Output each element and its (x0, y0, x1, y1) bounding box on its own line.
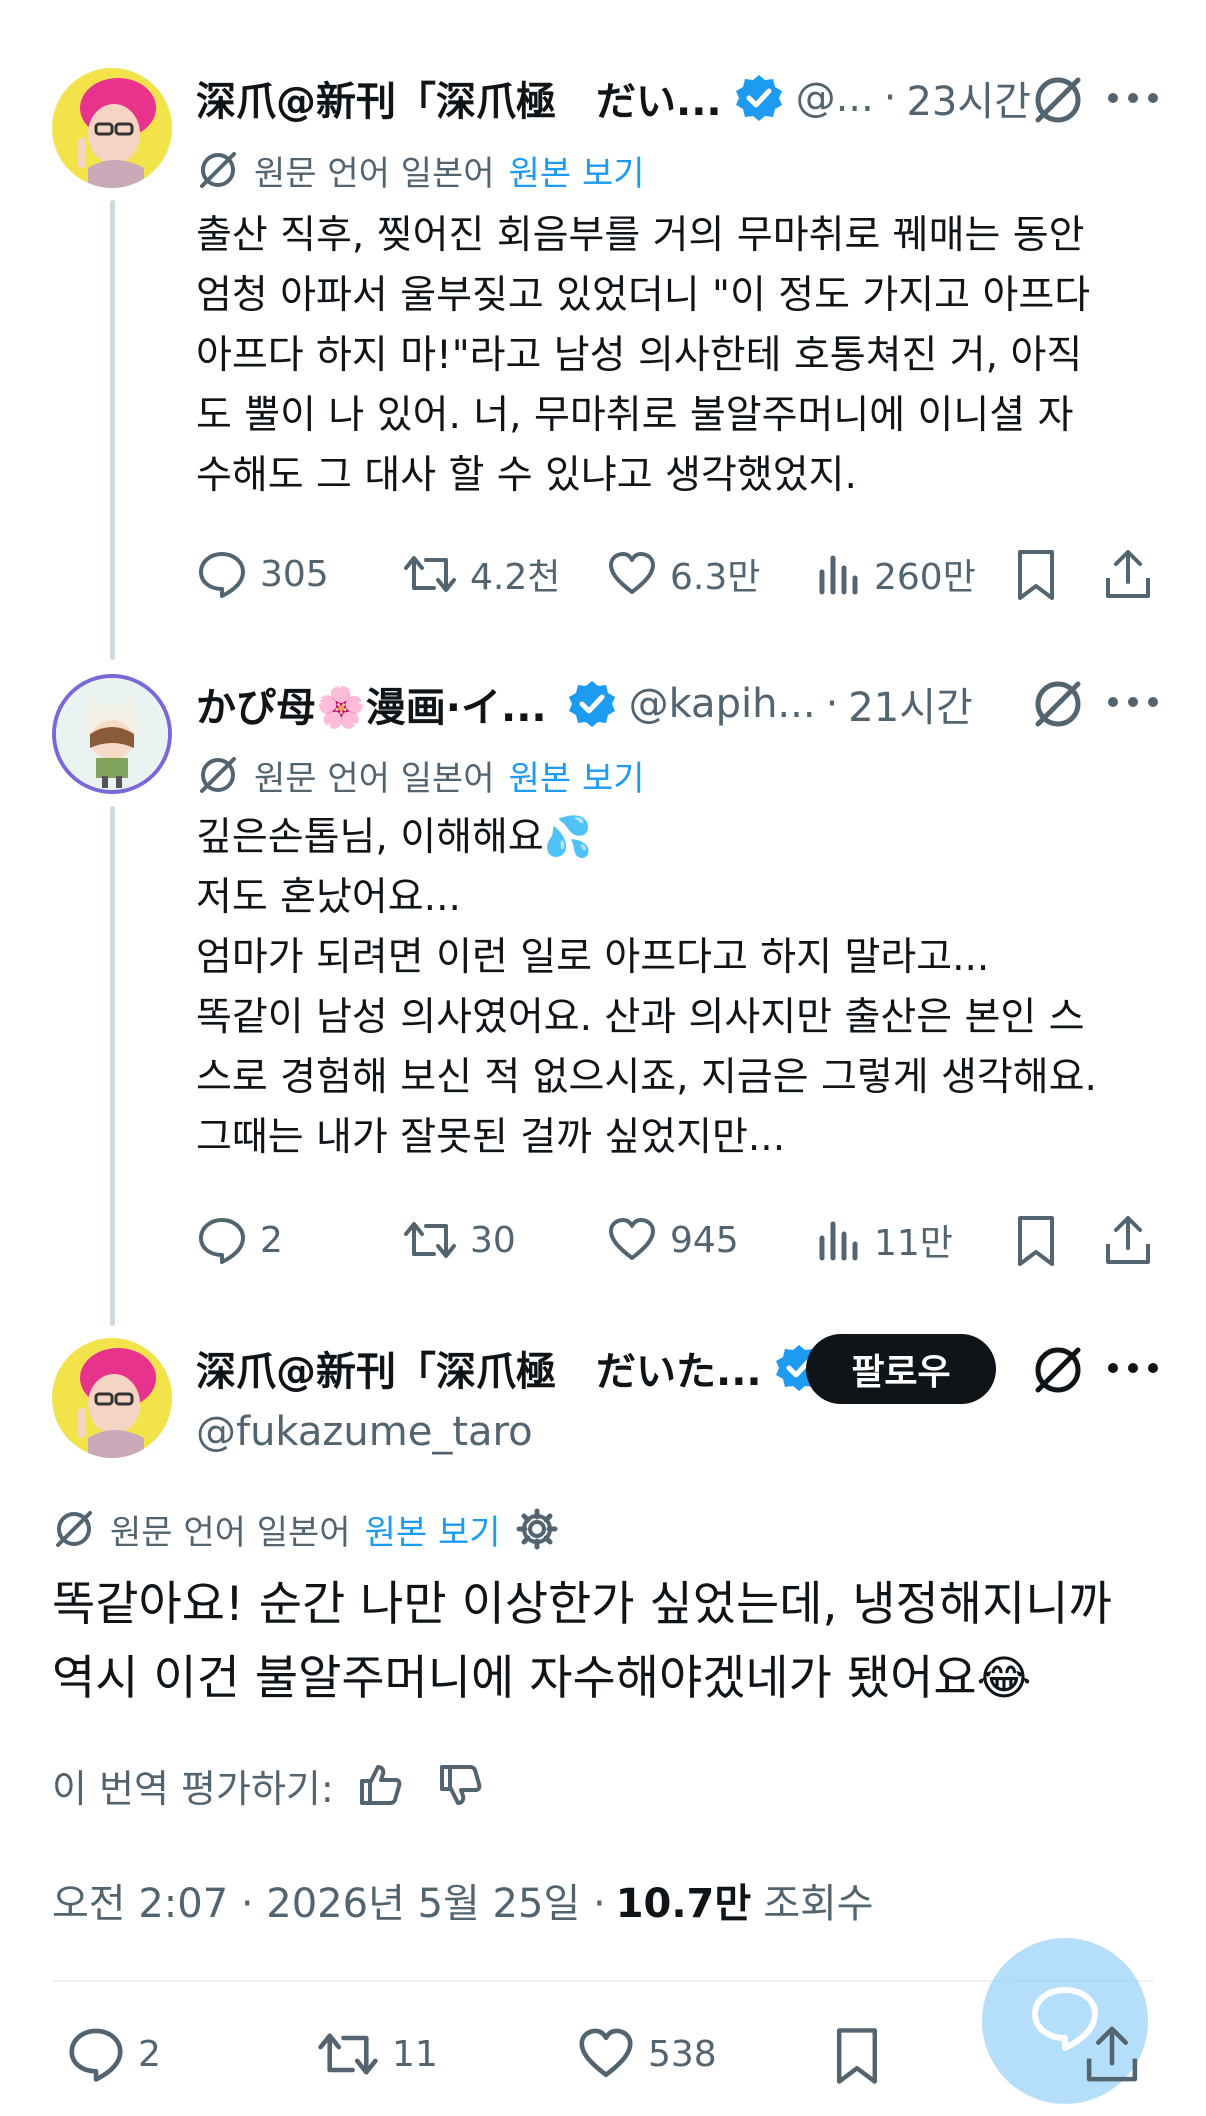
translation-label: 원문 언어 일본어 (254, 758, 495, 799)
bookmark-icon[interactable] (1014, 548, 1058, 602)
avatar[interactable] (52, 674, 172, 794)
retweet-icon (402, 1214, 458, 1266)
retweet-count: 11 (392, 2033, 438, 2075)
reply-button[interactable]: 2 (196, 1210, 283, 1270)
tweet-header: 深爪@新刊「深爪極 だいた... (196, 1338, 824, 1398)
reply-icon (66, 2024, 126, 2084)
view-original-link[interactable]: 원본 보기 (509, 146, 645, 195)
retweet-count: 30 (470, 1219, 516, 1261)
separator-dot: · (883, 75, 897, 121)
like-button[interactable]: 6.3만 (606, 544, 760, 604)
view-original-link[interactable]: 원본 보기 (365, 1505, 501, 1554)
share-icon[interactable] (1082, 2022, 1142, 2086)
thread-line (110, 200, 115, 660)
post-timestamp[interactable]: 오전 2:07 · 2026년 5월 25일 · (52, 1871, 606, 1929)
reply-button[interactable]: 305 (196, 544, 329, 604)
display-name[interactable]: かぴ母🌸漫画·イ... (196, 675, 547, 733)
translation-label: 원문 언어 일본어 (110, 1512, 351, 1553)
translation-row: 원문 언어 일본어 원본 보기 (196, 750, 645, 800)
like-button[interactable]: 538 (576, 2024, 717, 2084)
display-name[interactable]: 深爪@新刊「深爪極 だい... (196, 69, 722, 127)
translation-row: 원문 언어 일본어 원본 보기 (52, 1504, 559, 1554)
reply-icon (196, 548, 248, 600)
more-icon[interactable] (1108, 697, 1158, 711)
like-count: 945 (670, 1219, 739, 1261)
views-count: 11만 (874, 1223, 953, 1264)
views-icon (816, 548, 862, 600)
timestamp[interactable]: 21시간 (848, 675, 973, 733)
reply-count: 2 (138, 2033, 161, 2075)
translate-icon (52, 1507, 96, 1551)
grok-icon[interactable] (1030, 1342, 1086, 1398)
thread-line (110, 806, 115, 1326)
reply-button[interactable]: 2 (66, 2024, 161, 2084)
grok-icon[interactable] (1030, 676, 1086, 732)
separator-dot: · (825, 681, 839, 727)
translate-icon (196, 148, 240, 192)
like-count: 538 (648, 2033, 717, 2075)
share-icon[interactable] (1102, 1212, 1154, 1268)
retweet-count: 4.2천 (470, 557, 561, 598)
thumbs-down-icon[interactable] (436, 1761, 484, 1809)
share-icon[interactable] (1102, 546, 1154, 602)
tweet-meta: 오전 2:07 · 2026년 5월 25일 · 10.7만 조회수 (52, 1870, 874, 1930)
gear-icon[interactable] (515, 1507, 559, 1551)
main-tweet-text: 똑같아요! 순간 나만 이상한가 싶었는데, 냉정해지니까 역시 이건 불알주머… (52, 1577, 1112, 1706)
translation-row: 원문 언어 일본어 원본 보기 (196, 145, 645, 195)
rate-translation-row: 이 번역 평가하기: (52, 1755, 484, 1815)
like-icon (606, 1214, 658, 1266)
handle[interactable]: @... (796, 75, 874, 121)
bookmark-icon[interactable] (832, 2026, 882, 2086)
tweet-text: 출산 직후, 찢어진 회음부를 거의 무마취로 꿰매는 동안 엄청 아파서 울부… (196, 213, 1091, 498)
retweet-button[interactable]: 11 (316, 2024, 438, 2084)
tweet-text: 깊은손톱님, 이해해요💦 저도 혼났어요... 엄마가 되려면 이런 일로 아프… (196, 815, 1097, 1160)
handle[interactable]: @kapih... (629, 681, 816, 727)
more-icon[interactable] (1108, 93, 1158, 107)
like-icon (576, 2024, 636, 2084)
views-button[interactable]: 260만 (816, 544, 976, 604)
reply-count: 2 (260, 1219, 283, 1261)
tweet-header: 深爪@新刊「深爪極 だい... @... · 23시간 (196, 68, 1031, 128)
rate-label: 이 번역 평가하기: (52, 1766, 334, 1811)
follow-button[interactable]: 팔로우 (806, 1334, 996, 1404)
tweet-header: かぴ母🌸漫画·イ... @kapih... · 21시간 (196, 674, 973, 734)
views-count: 260만 (874, 557, 976, 598)
more-icon[interactable] (1108, 1363, 1158, 1377)
avatar[interactable] (52, 68, 172, 188)
views-label: 조회수 (763, 1881, 874, 1927)
reply-count: 305 (260, 553, 329, 595)
reply-icon (196, 1214, 248, 1266)
handle[interactable]: @fukazume_taro (196, 1404, 533, 1460)
timestamp[interactable]: 23시간 (906, 69, 1031, 127)
thumbs-up-icon[interactable] (356, 1761, 404, 1809)
retweet-icon (316, 2024, 380, 2084)
avatar[interactable] (52, 1338, 172, 1458)
views-icon (816, 1214, 862, 1266)
bookmark-icon[interactable] (1014, 1214, 1058, 1268)
retweet-button[interactable]: 4.2천 (402, 544, 560, 604)
verified-icon (567, 679, 617, 729)
like-count: 6.3만 (670, 557, 761, 598)
retweet-button[interactable]: 30 (402, 1210, 516, 1270)
like-icon (606, 548, 658, 600)
retweet-icon (402, 548, 458, 600)
like-button[interactable]: 945 (606, 1210, 739, 1270)
view-count: 10.7만 (615, 1881, 752, 1927)
view-original-link[interactable]: 원본 보기 (509, 751, 645, 800)
views-button[interactable]: 11만 (816, 1210, 953, 1270)
translate-icon (196, 753, 240, 797)
grok-icon[interactable] (1030, 72, 1086, 128)
display-name[interactable]: 深爪@新刊「深爪極 だいた... (196, 1339, 762, 1397)
translation-label: 원문 언어 일본어 (254, 153, 495, 194)
verified-icon (734, 73, 784, 123)
